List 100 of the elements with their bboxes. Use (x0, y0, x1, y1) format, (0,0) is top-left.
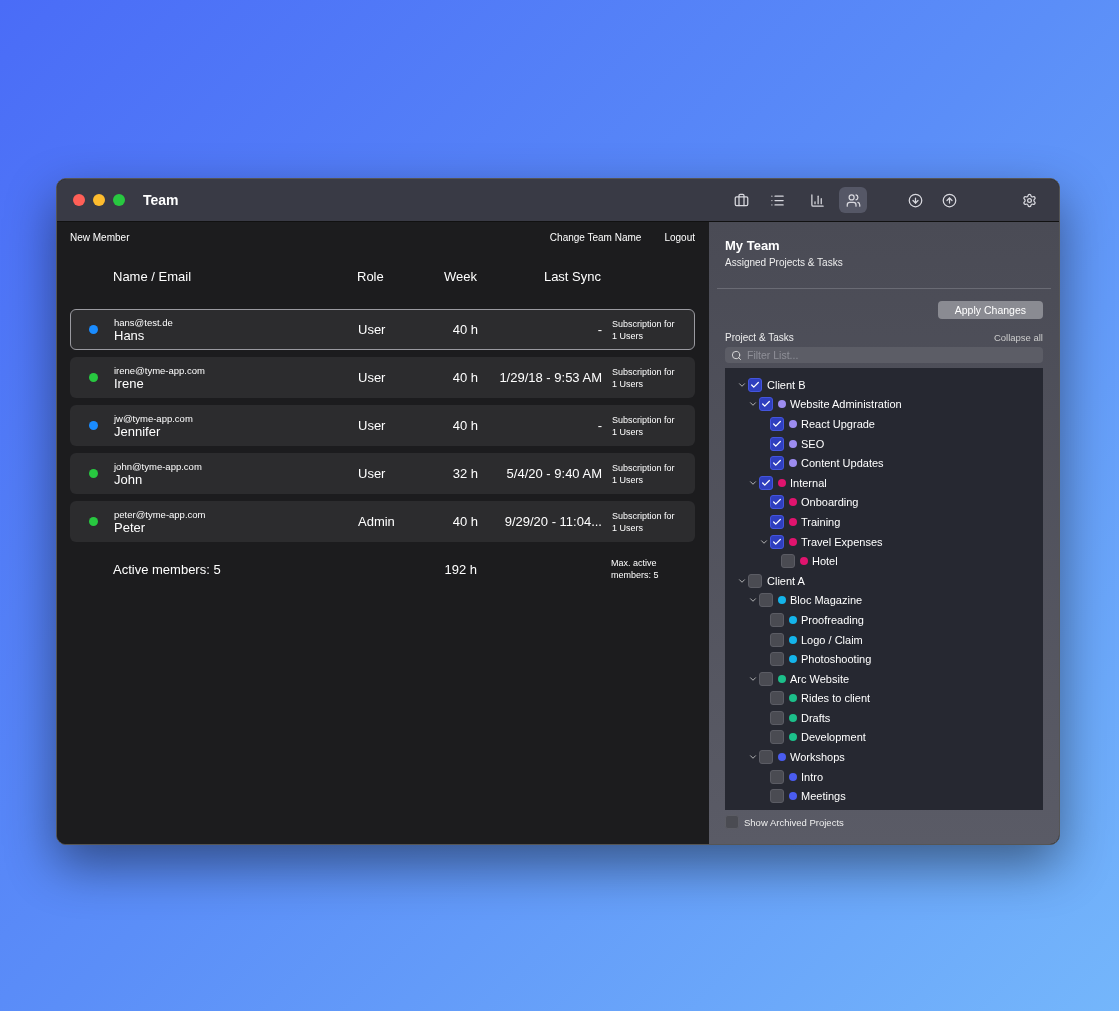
checkbox[interactable] (770, 691, 784, 706)
member-role: User (358, 466, 386, 481)
checkbox[interactable] (770, 514, 784, 529)
tree-item-label[interactable]: Hotel (812, 555, 838, 568)
tree-item-label[interactable]: Workshops (790, 751, 845, 764)
checkbox[interactable] (770, 789, 784, 804)
subscription-text: Subscription for 1 Users (612, 509, 676, 534)
subscription-text: Subscription for 1 Users (612, 317, 676, 342)
member-row[interactable]: irene@tyme-app.com Irene User 40 h 1/29/18 - 9:53 AM Subscription for 1 Users (70, 357, 695, 398)
tree-item-label[interactable]: Content Updates (801, 457, 884, 470)
column-header: Last Sync (543, 268, 601, 284)
tree-item-label[interactable]: Proofreading (801, 613, 864, 626)
week-hours: 32 h (452, 466, 478, 481)
member-row[interactable]: hans@test.de Hans User 40 h - Subscription for 1 Users (70, 309, 695, 350)
checkmark-icon (761, 477, 771, 488)
checkmark-icon (772, 536, 782, 547)
tree-item-label[interactable]: Travel Expenses (801, 535, 883, 548)
subscription-text: Subscription for 1 Users (612, 413, 676, 438)
checkmark-icon (772, 458, 782, 469)
member-name: Hans (114, 327, 146, 343)
week-hours: 40 h (452, 418, 478, 433)
checkmark-icon (772, 419, 782, 429)
member-role: User (358, 418, 386, 433)
tree-item-label[interactable]: SEO (801, 437, 825, 450)
people-icon (845, 192, 861, 208)
new-member-link[interactable]: New Member (70, 231, 130, 243)
search-icon (731, 350, 742, 361)
window-title: Team (143, 192, 179, 208)
show-archived-label[interactable]: Show Archived Projects (744, 816, 844, 828)
panel-subtitle: Assigned Projects & Tasks (725, 257, 844, 268)
checkbox[interactable] (770, 456, 784, 471)
member-name: John (114, 471, 143, 487)
briefcase-icon (733, 192, 749, 208)
checkbox[interactable] (759, 750, 773, 765)
member-row[interactable]: john@tyme-app.com John User 32 h 5/4/20 - 9:40 AM Subscription for 1 Users (70, 453, 695, 494)
tree-item-label[interactable]: Website Administration (790, 398, 902, 411)
column-header: Week (444, 268, 477, 284)
toolbar-button[interactable] (839, 187, 867, 213)
panel-title: My Team (725, 238, 781, 253)
tree-item-label[interactable]: Drafts (801, 711, 831, 724)
checkbox[interactable] (770, 495, 784, 510)
member-role: User (358, 322, 386, 337)
tree-item-label[interactable]: Photoshooting (801, 653, 872, 666)
checkbox[interactable] (781, 554, 795, 569)
logout-link[interactable]: Logout (664, 231, 695, 243)
column-header: Role (357, 268, 384, 284)
member-name: Irene (114, 375, 144, 391)
tree-item-label[interactable]: Onboarding (801, 496, 859, 509)
close-icon[interactable] (73, 194, 85, 206)
tree-item-label[interactable]: React Upgrade (801, 418, 875, 430)
checkbox[interactable] (770, 417, 784, 431)
settings-icon (1021, 192, 1037, 208)
checkbox[interactable] (759, 475, 773, 490)
change-team-name-link[interactable]: Change Team Name (549, 231, 642, 243)
checkbox[interactable] (748, 573, 762, 588)
member-email: irene@tyme-app.com (114, 364, 206, 376)
list-icon (769, 192, 785, 208)
member-email: hans@test.de (114, 316, 174, 328)
checkbox[interactable] (770, 652, 784, 667)
checkbox[interactable] (748, 377, 762, 392)
checkbox[interactable] (770, 612, 784, 627)
checkmark-icon (772, 438, 782, 449)
zoom-icon[interactable] (113, 194, 125, 206)
tree-item-label[interactable]: Arc Website (790, 672, 850, 685)
tree-item-label[interactable]: Bloc Magazine (790, 594, 863, 607)
member-row[interactable]: peter@tyme-app.com Peter Admin 40 h 9/29/20 - 11:04... Subscription for 1 Users (70, 501, 695, 542)
download-icon (907, 192, 923, 208)
minimize-icon[interactable] (93, 194, 105, 206)
tree-item-label[interactable]: Client A (767, 574, 805, 587)
member-row[interactable]: jw@tyme-app.com Jennifer User 40 h - Subscription for 1 Users (70, 405, 695, 446)
checkbox[interactable] (770, 534, 784, 549)
tree-item-label[interactable]: Intro (801, 770, 823, 783)
member-email: john@tyme-app.com (114, 460, 203, 472)
member-email: peter@tyme-app.com (114, 508, 207, 520)
tree-item-label[interactable]: Internal (790, 476, 827, 489)
member-name: Peter (114, 519, 146, 535)
tree-item-label[interactable]: Rides to client (801, 692, 871, 705)
tree-item-label[interactable]: Client B (767, 378, 806, 391)
member-email: jw@tyme-app.com (114, 412, 194, 424)
checkbox[interactable] (770, 769, 784, 784)
tree-item-label[interactable]: Training (801, 515, 841, 528)
checkbox[interactable] (770, 730, 784, 745)
checkbox[interactable] (759, 397, 773, 412)
checkbox[interactable] (770, 632, 784, 647)
tree-item-label[interactable]: Meetings (801, 790, 846, 803)
last-sync: - (597, 418, 602, 433)
subscription-text: Subscription for 1 Users (612, 365, 676, 390)
checkbox[interactable] (759, 671, 773, 686)
last-sync: 9/29/20 - 11:04... (504, 514, 602, 529)
checkbox[interactable] (770, 710, 784, 725)
tree-item-label[interactable]: Logo / Claim (801, 633, 863, 646)
collapse-all-button[interactable]: Collapse all (993, 332, 1043, 343)
bar-chart-icon (809, 192, 825, 208)
member-name: Jennifer (114, 423, 161, 439)
tree-item-label[interactable]: Development (801, 731, 866, 744)
checkmark-icon (772, 516, 782, 527)
checkbox[interactable] (759, 593, 773, 608)
last-sync: - (597, 322, 602, 337)
checkbox[interactable] (770, 436, 784, 451)
member-role: Admin (358, 514, 395, 529)
